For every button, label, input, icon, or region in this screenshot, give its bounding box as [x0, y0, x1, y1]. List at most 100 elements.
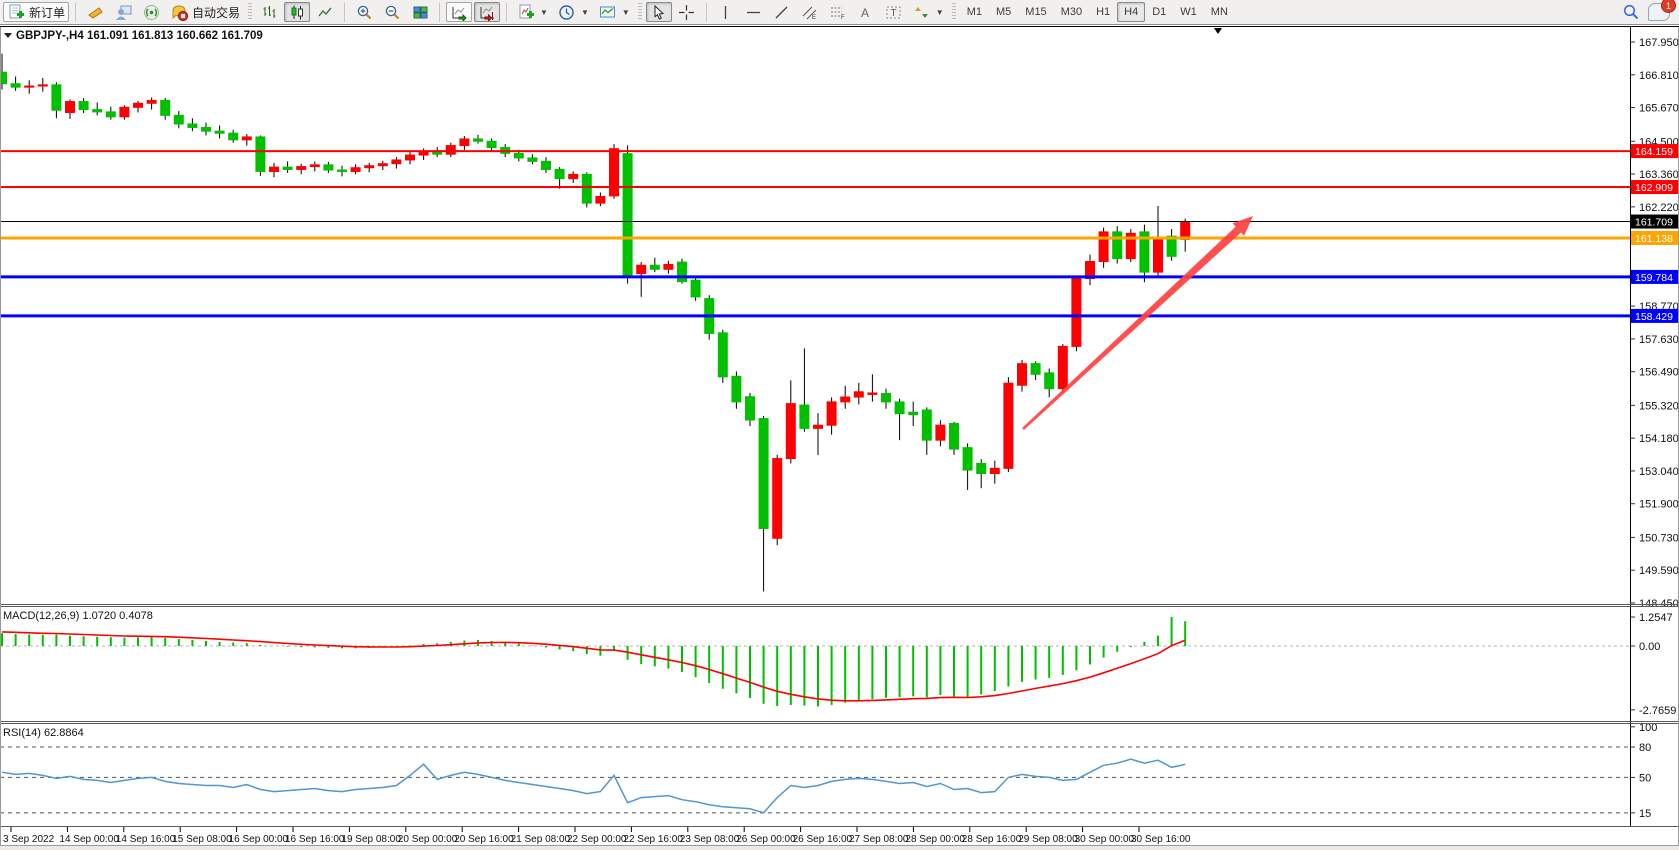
candle-down: [528, 158, 537, 161]
text-label-button[interactable]: T: [881, 2, 907, 22]
time-tick-label: 14 Sep 16:00: [116, 834, 176, 845]
cursor-button[interactable]: [646, 2, 672, 22]
candle-down: [93, 110, 102, 112]
candle-up: [1004, 383, 1013, 468]
timeframe-D1[interactable]: D1: [1145, 2, 1173, 22]
mt4-window: 新订单 自动交易: [0, 0, 1679, 850]
price-tick-label: 149.590: [1639, 565, 1679, 577]
timeframe-H4[interactable]: H4: [1117, 2, 1145, 22]
vertical-line-button[interactable]: [713, 2, 739, 22]
trend-arrow[interactable]: [1022, 216, 1253, 430]
indicators-button[interactable]: ▼: [513, 2, 552, 22]
price-label-text: 164.159: [1635, 146, 1673, 158]
bar-chart-button[interactable]: [256, 2, 282, 22]
timeframe-M15[interactable]: M15: [1018, 2, 1053, 22]
timeframe-W1[interactable]: W1: [1173, 2, 1204, 22]
line-chart-button[interactable]: [312, 2, 338, 22]
equidistant-channel-button[interactable]: E: [797, 2, 823, 22]
candle-up: [773, 459, 782, 539]
time-tick-label: 3 Sep 2022: [3, 834, 55, 845]
candle-up: [120, 107, 129, 116]
rsi-panel[interactable]: [0, 747, 1630, 813]
signals-button[interactable]: [138, 2, 164, 22]
time-tick-label: 15 Sep 08:00: [172, 834, 232, 845]
arrows-button[interactable]: ▼: [909, 2, 948, 22]
zoom-out-button[interactable]: [379, 2, 405, 22]
dropdown-caret: ▼: [540, 8, 548, 17]
trendline-button[interactable]: [769, 2, 795, 22]
candle-up: [297, 167, 306, 170]
time-tick-label: 23 Sep 08:00: [680, 834, 740, 845]
candle-down: [542, 161, 551, 169]
macd-label: MACD(12,26,9) 1.0720 0.4078: [3, 610, 153, 622]
candle-down: [188, 124, 197, 127]
time-tick-label: 26 Sep 00:00: [736, 834, 796, 845]
horizontal-line-button[interactable]: [741, 2, 767, 22]
price-axis[interactable]: 167.950166.810165.670164.500163.360162.2…: [1630, 27, 1679, 827]
candle-down: [1045, 373, 1054, 389]
symbol-dropdown-icon[interactable]: [4, 33, 12, 38]
autotrading-button[interactable]: 自动交易: [166, 2, 244, 22]
horizontal-lines-group[interactable]: [0, 151, 1630, 316]
zoom-in-button[interactable]: [351, 2, 377, 22]
price-tick-label: 153.040: [1639, 466, 1679, 478]
svg-text:A: A: [861, 6, 869, 20]
candle-up: [596, 196, 605, 203]
candle-up: [147, 100, 156, 103]
candles-group[interactable]: [0, 28, 1222, 591]
toolbar-grip: [248, 3, 252, 21]
vertical-line-icon: [717, 3, 735, 21]
time-axis[interactable]: 3 Sep 202214 Sep 00:0014 Sep 16:0015 Sep…: [3, 827, 1191, 845]
profile-button[interactable]: [110, 2, 136, 22]
price-label-text: 161.709: [1635, 217, 1673, 229]
tile-windows-icon: [411, 3, 429, 21]
candle-up: [1154, 239, 1163, 272]
search-icon[interactable]: [1622, 3, 1640, 21]
svg-text:F: F: [841, 15, 845, 21]
candle-down: [283, 167, 292, 169]
separator: [506, 3, 507, 22]
timeframe-MN[interactable]: MN: [1204, 2, 1235, 22]
candlestick-chart-button[interactable]: [284, 2, 310, 22]
separator: [439, 3, 440, 22]
chart-canvas[interactable]: GBPJPY-,H4 161.091 161.813 160.662 161.7…: [0, 26, 1679, 850]
crosshair-button[interactable]: [674, 2, 700, 22]
cursor-icon: [650, 3, 668, 21]
marker-button[interactable]: [82, 2, 108, 22]
new-order-button[interactable]: 新订单: [3, 2, 69, 22]
periods-button[interactable]: ▼: [554, 2, 593, 22]
rsi-tick-label: 50: [1639, 772, 1651, 784]
candlestick-chart-icon: [288, 3, 306, 21]
timeframe-M30[interactable]: M30: [1054, 2, 1089, 22]
candle-up: [854, 392, 863, 397]
timeframe-M1[interactable]: M1: [960, 2, 989, 22]
timeframe-H1[interactable]: H1: [1089, 2, 1117, 22]
rsi-label: RSI(14) 62.8864: [3, 727, 84, 739]
time-tick-label: 20 Sep 16:00: [454, 834, 514, 845]
price-label-text: 162.909: [1635, 182, 1673, 194]
candle-down: [950, 423, 959, 449]
templates-button[interactable]: ▼: [595, 2, 634, 22]
macd-panel[interactable]: [0, 617, 1630, 707]
profile-icon: [114, 3, 132, 21]
fibonacci-button[interactable]: F: [825, 2, 851, 22]
timeframe-M5[interactable]: M5: [989, 2, 1018, 22]
candle-down: [678, 262, 687, 282]
text-button[interactable]: A: [853, 2, 879, 22]
auto-scroll-button[interactable]: [446, 2, 472, 22]
tile-windows-button[interactable]: [407, 2, 433, 22]
candle-up: [990, 468, 999, 473]
chart-shift-button[interactable]: [474, 2, 500, 22]
fibonacci-icon: F: [829, 3, 847, 21]
candle-down: [746, 397, 755, 420]
candle-up: [446, 146, 455, 155]
candle-down: [514, 153, 523, 158]
notifications-icon[interactable]: 1: [1648, 3, 1670, 21]
candle-up: [569, 174, 578, 178]
candle-up: [460, 139, 469, 146]
price-tick-label: 165.670: [1639, 103, 1679, 115]
price-tick-label: 162.220: [1639, 202, 1679, 214]
autotrading-icon: [170, 3, 188, 21]
templates-icon: [599, 3, 617, 21]
candle-down: [11, 84, 20, 87]
